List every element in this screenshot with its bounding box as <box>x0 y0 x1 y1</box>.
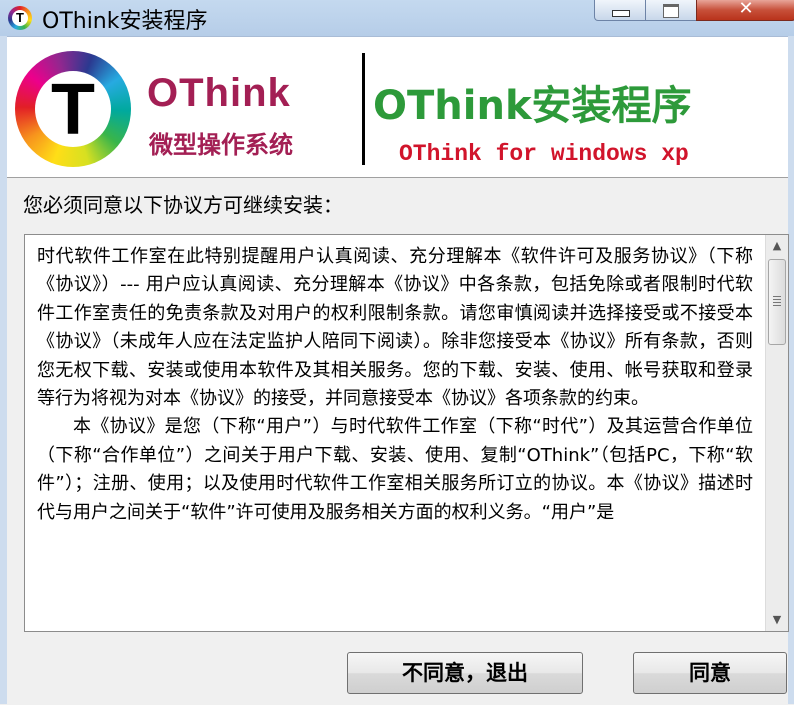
title-bar: T OThink安装程序 ✕ <box>0 0 794 36</box>
scroll-down-icon[interactable]: ▼ <box>766 609 788 631</box>
app-icon-letter: T <box>12 10 28 26</box>
license-text: 时代软件工作室在此特别提醒用户认真阅读、充分理解本《软件许可及服务协议》（下称《… <box>37 243 753 627</box>
othink-logo: T <box>15 51 131 167</box>
minimize-button[interactable] <box>594 0 646 21</box>
header-banner: T OThink 微型操作系统 OThink安装程序 OThink for wi… <box>7 37 788 178</box>
installer-tagline: OThink for windows xp <box>399 141 689 167</box>
brand-subtitle: 微型操作系统 <box>149 131 293 159</box>
grip-icon <box>773 296 781 307</box>
scroll-up-icon[interactable]: ▲ <box>766 235 788 257</box>
installer-content: T OThink 微型操作系统 OThink安装程序 OThink for wi… <box>7 37 789 704</box>
close-icon: ✕ <box>738 0 754 19</box>
agreement-prompt: 您必须同意以下协议方可继续安装： <box>23 193 343 217</box>
window-border-left <box>0 36 7 704</box>
vertical-scrollbar[interactable]: ▲ ▼ <box>765 235 788 631</box>
brand-name: OThink <box>147 71 291 115</box>
window-title: OThink安装程序 <box>42 9 208 34</box>
license-paragraph: 本《协议》是您（下称“用户”）与时代软件工作室（下称“时代”）及其运营合作单位（… <box>37 416 753 523</box>
maximize-button[interactable] <box>645 0 697 21</box>
close-button[interactable]: ✕ <box>696 0 794 21</box>
license-paragraph: 时代软件工作室在此特别提醒用户认真阅读、充分理解本《软件许可及服务协议》（下称《… <box>37 246 753 410</box>
installer-headline: OThink安装程序 <box>373 83 692 129</box>
app-icon: T <box>8 6 32 30</box>
logo-letter: T <box>35 71 111 149</box>
agree-button[interactable]: 同意 <box>633 652 787 694</box>
scroll-thumb[interactable] <box>768 259 786 345</box>
license-textbox[interactable]: 时代软件工作室在此特别提醒用户认真阅读、充分理解本《软件许可及服务协议》（下称《… <box>24 234 789 632</box>
disagree-exit-button[interactable]: 不同意，退出 <box>347 652 583 694</box>
banner-divider <box>362 53 365 165</box>
